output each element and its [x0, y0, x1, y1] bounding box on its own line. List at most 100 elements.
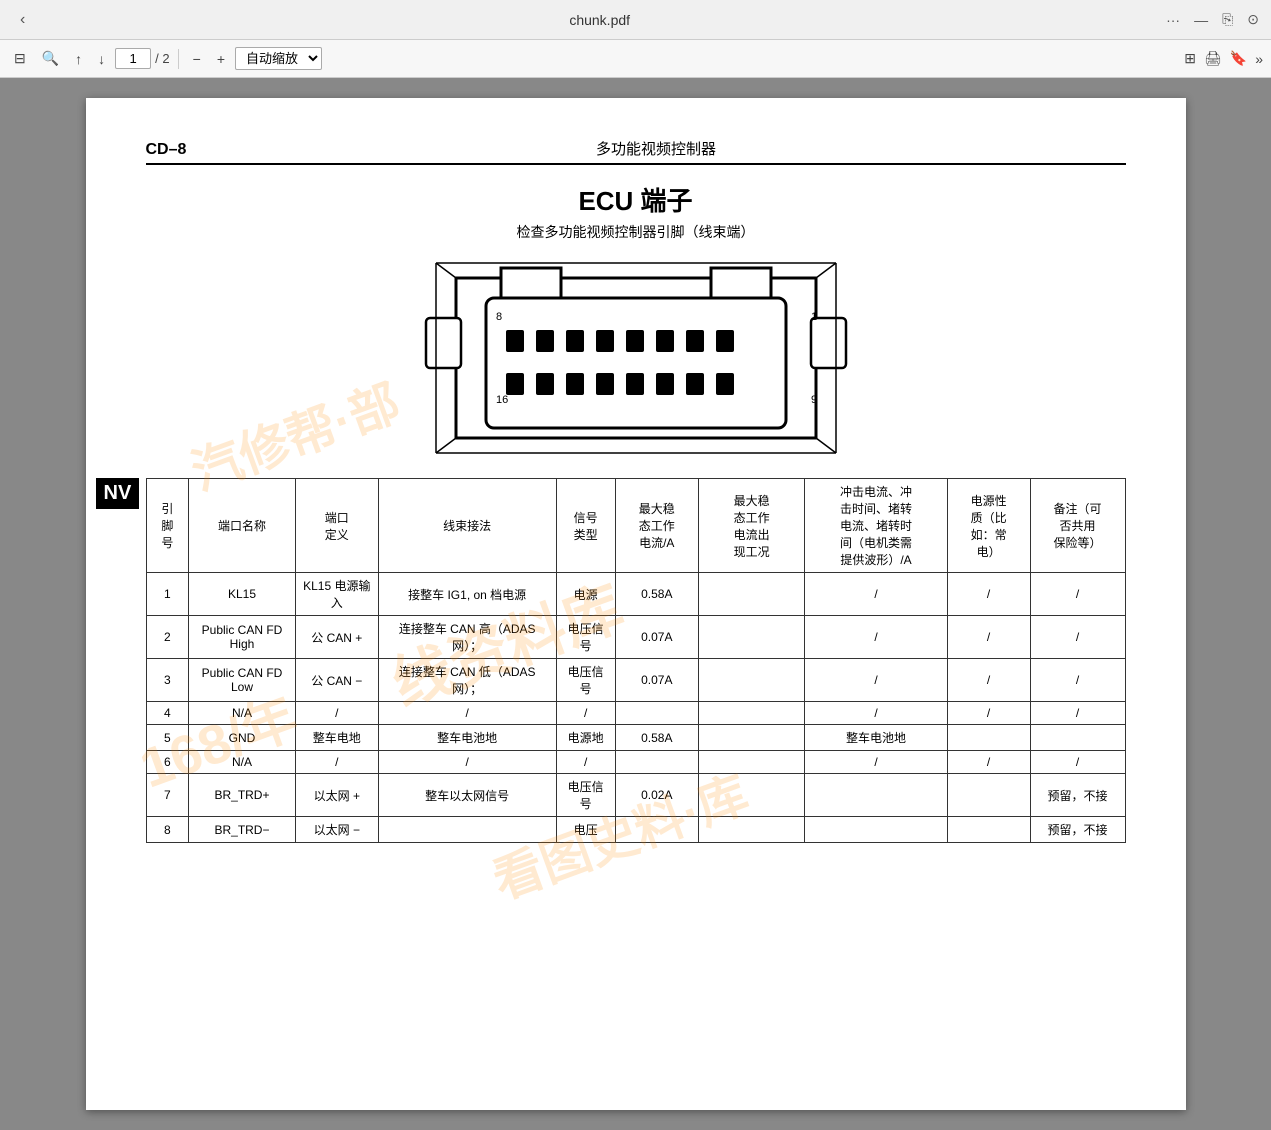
- cell-wire: 整车以太网信号: [378, 774, 556, 817]
- more-tools-icon[interactable]: »: [1255, 51, 1263, 67]
- cell-pin: 1: [146, 573, 189, 616]
- cell-power: /: [947, 659, 1030, 702]
- print-icon[interactable]: 🖨: [1204, 50, 1222, 67]
- cell-def: 以太网 +: [295, 774, 378, 817]
- cell-pin: 7: [146, 774, 189, 817]
- cell-power: [947, 774, 1030, 817]
- cell-notes: /: [1030, 659, 1125, 702]
- svg-text:9: 9: [811, 394, 817, 406]
- cell-max-work: [698, 774, 805, 817]
- cell-max-steady: [615, 817, 698, 843]
- cell-power: /: [947, 573, 1030, 616]
- presentation-icon[interactable]: ⊞: [1184, 50, 1196, 67]
- restore-icon[interactable]: ⎘: [1222, 11, 1233, 28]
- cell-shock: [805, 774, 947, 817]
- cell-sig: 电压信号: [556, 616, 615, 659]
- cell-shock: /: [805, 616, 947, 659]
- cell-wire: 接整车 IG1, on 档电源: [378, 573, 556, 616]
- cell-power: [947, 817, 1030, 843]
- cell-max-steady: [615, 751, 698, 774]
- cell-notes: /: [1030, 616, 1125, 659]
- cell-sig: /: [556, 751, 615, 774]
- cell-pin: 6: [146, 751, 189, 774]
- cell-max-work: [698, 573, 805, 616]
- cell-max-work: [698, 725, 805, 751]
- cell-name: BR_TRD+: [189, 774, 296, 817]
- ecu-subtitle: 检查多功能视频控制器引脚（线束端）: [146, 222, 1126, 242]
- window-controls: ··· — ⎘ ⊙: [1166, 11, 1259, 28]
- cell-def: 以太网 −: [295, 817, 378, 843]
- bookmark-icon[interactable]: 🔖: [1230, 50, 1247, 67]
- cell-name: N/A: [189, 751, 296, 774]
- page-header: CD–8 多功能视频控制器: [146, 138, 1126, 159]
- prev-page-button[interactable]: ↑: [69, 49, 88, 69]
- page-number-input[interactable]: [115, 48, 151, 69]
- cell-def: KL15 电源输入: [295, 573, 378, 616]
- pdf-viewer: 汽修帮·部 线资料库 168/年 看图史料·库 NV CD–8 多功能视频控制器…: [0, 78, 1271, 1130]
- cell-wire: 连接整车 CAN 低（ADAS 网）；: [378, 659, 556, 702]
- cell-max-steady: 0.02A: [615, 774, 698, 817]
- table-row: 2 Public CAN FD High 公 CAN + 连接整车 CAN 高（…: [146, 616, 1125, 659]
- cell-notes: /: [1030, 702, 1125, 725]
- cell-power: /: [947, 751, 1030, 774]
- table-row: 6 N/A / / / / / /: [146, 751, 1125, 774]
- svg-text:8: 8: [496, 311, 502, 323]
- table-row: 5 GND 整车电地 整车电池地 电源地 0.58A 整车电池地: [146, 725, 1125, 751]
- cell-max-steady: 0.58A: [615, 725, 698, 751]
- back-button[interactable]: ‹: [12, 11, 33, 29]
- search-button[interactable]: 🔍: [36, 48, 65, 69]
- cell-notes: [1030, 725, 1125, 751]
- cell-max-steady: 0.07A: [615, 659, 698, 702]
- next-page-button[interactable]: ↓: [92, 49, 111, 69]
- cell-pin: 4: [146, 702, 189, 725]
- cell-shock: /: [805, 573, 947, 616]
- zoom-in-button[interactable]: +: [211, 49, 231, 69]
- page-title: chunk.pdf: [33, 12, 1166, 28]
- cell-name: BR_TRD−: [189, 817, 296, 843]
- page-code: CD–8: [146, 141, 187, 159]
- table-row: 8 BR_TRD− 以太网 − 电压 预留，不接: [146, 817, 1125, 843]
- zoom-select[interactable]: 自动缩放 50% 75% 100% 125% 150%: [235, 47, 322, 70]
- nv-badge: NV: [96, 478, 140, 509]
- cell-shock: /: [805, 751, 947, 774]
- cell-power: /: [947, 702, 1030, 725]
- cell-max-work: [698, 702, 805, 725]
- col-header-max-work: 最大稳态工作电流出现工况: [698, 479, 805, 573]
- cell-notes: 预留，不接: [1030, 774, 1125, 817]
- minimize-icon[interactable]: —: [1194, 12, 1208, 28]
- col-header-def: 端口定义: [295, 479, 378, 573]
- cell-def: 公 CAN +: [295, 616, 378, 659]
- svg-text:1: 1: [811, 311, 817, 323]
- cell-max-work: [698, 751, 805, 774]
- cell-def: 公 CAN −: [295, 659, 378, 702]
- col-header-notes: 备注（可否共用保险等）: [1030, 479, 1125, 573]
- page-subtitle: 多功能视频控制器: [186, 138, 1125, 159]
- cell-wire: 连接整车 CAN 高（ADAS 网）；: [378, 616, 556, 659]
- close-icon[interactable]: ⊙: [1247, 11, 1259, 28]
- cell-shock: [805, 817, 947, 843]
- pdf-page: 汽修帮·部 线资料库 168/年 看图史料·库 NV CD–8 多功能视频控制器…: [86, 98, 1186, 1110]
- cell-max-work: [698, 659, 805, 702]
- cell-max-work: [698, 817, 805, 843]
- sidebar-toggle-button[interactable]: ⊟: [8, 48, 32, 69]
- more-options-icon[interactable]: ···: [1166, 12, 1180, 28]
- cell-max-steady: 0.58A: [615, 573, 698, 616]
- zoom-out-button[interactable]: −: [187, 49, 207, 69]
- cell-wire: /: [378, 751, 556, 774]
- svg-text:16: 16: [496, 394, 508, 406]
- cell-shock: /: [805, 659, 947, 702]
- col-header-shock: 冲击电流、冲击时间、堵转电流、堵转时间（电机类需提供波形）/A: [805, 479, 947, 573]
- col-header-wire: 线束接法: [378, 479, 556, 573]
- cell-wire: /: [378, 702, 556, 725]
- cell-sig: 电压: [556, 817, 615, 843]
- col-header-pin: 引脚号: [146, 479, 189, 573]
- cell-pin: 2: [146, 616, 189, 659]
- cell-name: GND: [189, 725, 296, 751]
- page-total: / 2: [155, 51, 169, 66]
- cell-def: 整车电地: [295, 725, 378, 751]
- cell-shock: /: [805, 702, 947, 725]
- cell-sig: 电源: [556, 573, 615, 616]
- cell-notes: /: [1030, 751, 1125, 774]
- cell-notes: 预留，不接: [1030, 817, 1125, 843]
- ecu-title: ECU 端子: [146, 181, 1126, 218]
